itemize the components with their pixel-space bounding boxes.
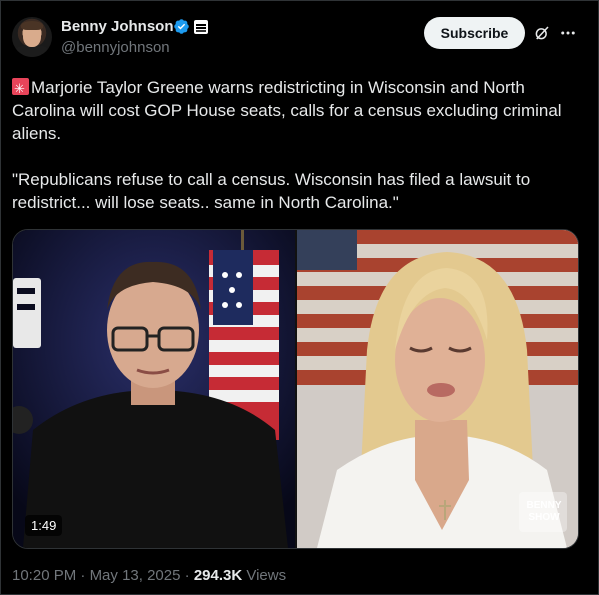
views-count[interactable]: 294.3K [194,567,242,584]
affiliate-badge-icon[interactable] [194,20,208,34]
author-handle[interactable]: @bennyjohnson [61,39,170,56]
verified-badge-icon[interactable] [173,18,190,35]
more-icon[interactable] [559,24,577,42]
author-name[interactable]: Benny Johnson [61,18,174,35]
grok-icon[interactable] [533,24,551,42]
avatar[interactable] [12,17,52,57]
tweet-paragraph-2: "Republicans refuse to call a census. Wi… [12,170,531,212]
meta-separator: · [180,567,194,584]
tweet-meta: 10:20 PM · May 13, 2025 · 294.3K Views [12,567,286,584]
views-label: Views [242,567,287,584]
video-player[interactable]: BENNY SHOW 1:49 [12,229,579,549]
video-duration: 1:49 [25,515,63,536]
subscribe-button[interactable]: Subscribe [424,17,525,49]
tweet-text: Marjorie Taylor Greene warns redistricti… [12,76,582,214]
video-left-frame [13,230,295,548]
video-watermark: BENNY SHOW [526,500,562,523]
video-right-frame: BENNY SHOW [297,230,578,548]
meta-separator: · [76,567,90,584]
tweet-paragraph-1: Marjorie Taylor Greene warns redistricti… [12,78,562,143]
tweet-time[interactable]: 10:20 PM [12,567,76,584]
tweet-date[interactable]: May 13, 2025 [90,567,181,584]
emoji-red-icon [12,77,29,100]
